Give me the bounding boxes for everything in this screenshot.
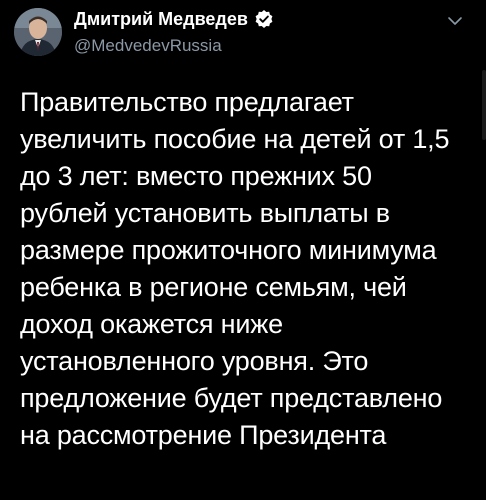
display-name[interactable]: Дмитрий Медведев [74, 9, 248, 30]
author-block: Дмитрий Медведев @MedvedevRussia [74, 8, 274, 56]
tweet-text: Правительство предлагает увеличить пособ… [20, 87, 450, 450]
handle[interactable]: @MedvedevRussia [74, 36, 274, 56]
avatar[interactable] [14, 8, 62, 56]
tweet-header: Дмитрий Медведев @MedvedevRussia [12, 6, 474, 62]
chevron-down-icon[interactable] [444, 10, 466, 32]
name-row: Дмитрий Медведев [74, 8, 274, 30]
verified-badge-icon [254, 9, 274, 29]
avatar-image [14, 8, 62, 56]
scrollbar[interactable] [482, 70, 486, 140]
tweet: Дмитрий Медведев @MedvedevRussia Правите… [0, 0, 486, 500]
